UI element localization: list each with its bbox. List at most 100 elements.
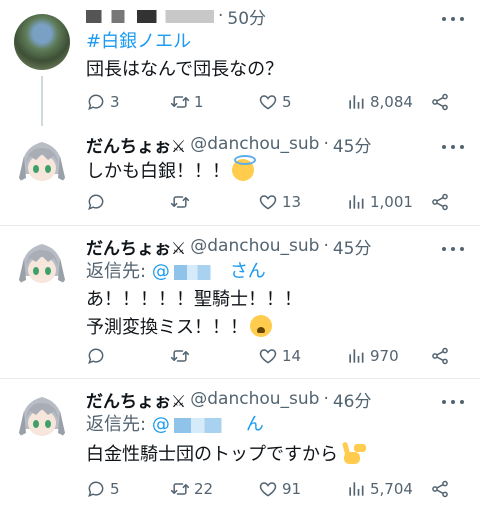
user-handle[interactable]: @danchou_sub <box>190 389 319 409</box>
reply-icon <box>86 346 106 366</box>
retweet-icon <box>170 346 190 366</box>
more-icon[interactable] <box>442 392 464 412</box>
reply-count: 5 <box>110 480 120 498</box>
reply-to-handle[interactable]: @ さん <box>152 261 266 282</box>
reply-to-label: 返信先: <box>86 414 147 435</box>
reply-to-row: 返信先: @ ん <box>86 411 264 439</box>
reply-button[interactable] <box>86 344 110 368</box>
more-icon[interactable] <box>442 9 464 29</box>
separator-dot: · <box>323 236 329 256</box>
tweet-header: だんちょぉ⚔ @danchou_sub · 45分 <box>86 130 372 158</box>
action-bar: 14 970 <box>86 344 466 368</box>
heart-icon <box>258 346 278 366</box>
like-button[interactable]: 14 <box>258 344 301 368</box>
reply-to-handle[interactable]: @ ん <box>152 414 264 435</box>
tweet-text-row: 白金性騎士団のトップですから <box>86 441 362 469</box>
views-count: 5,704 <box>370 480 413 498</box>
reply-to-row: 返信先: @ さん <box>86 258 266 286</box>
hashtag-link[interactable]: #白銀ノエル <box>86 28 191 56</box>
reply-icon <box>86 192 106 212</box>
separator-dot: · <box>323 389 329 409</box>
share-icon <box>430 92 450 112</box>
user-handle[interactable]: @danchou_sub <box>190 134 319 154</box>
heart-icon <box>258 92 278 112</box>
like-button[interactable]: 13 <box>258 190 301 214</box>
tweet-text-row: 予測変換ミス！！！ <box>86 314 272 342</box>
redacted-handle <box>173 417 242 433</box>
views-icon <box>346 192 366 212</box>
share-icon <box>430 479 450 499</box>
tweet-1[interactable]: · 50分 #白銀ノエル 団長はなんで団長なの？ 3 1 5 8,084 <box>0 0 480 126</box>
retweet-icon <box>170 479 190 499</box>
views-count: 970 <box>370 347 399 365</box>
user-handle[interactable]: @danchou_sub <box>190 236 319 256</box>
retweet-icon <box>170 92 190 112</box>
views-button[interactable]: 5,704 <box>346 477 413 501</box>
views-button[interactable]: 970 <box>346 344 399 368</box>
retweet-button[interactable] <box>170 190 194 214</box>
redacted-username <box>86 9 214 23</box>
avatar[interactable] <box>14 236 70 292</box>
heart-icon <box>258 192 278 212</box>
display-name[interactable]: だんちょぉ⚔ <box>86 132 186 157</box>
tweet-text: 団長はなんで団長なの？ <box>86 59 284 80</box>
avatar[interactable] <box>14 14 70 70</box>
like-button[interactable]: 5 <box>258 90 292 114</box>
share-button[interactable] <box>430 190 454 214</box>
display-name[interactable]: だんちょぉ⚔ <box>86 387 186 412</box>
action-bar: 5 22 91 5,704 <box>86 477 466 501</box>
share-button[interactable] <box>430 90 454 114</box>
views-count: 8,084 <box>370 93 413 111</box>
tweet-text-row: しかも白銀！！！ <box>86 155 256 186</box>
display-name[interactable]: だんちょぉ⚔ <box>86 234 186 259</box>
tweet-header: だんちょぉ⚔ @danchou_sub · 46分 <box>86 385 372 413</box>
retweet-button[interactable]: 22 <box>170 477 213 501</box>
separator-dot: · <box>323 134 329 154</box>
avatar[interactable] <box>14 134 70 190</box>
separator-dot: · <box>218 6 224 26</box>
like-count: 14 <box>282 347 302 365</box>
action-bar: 13 1,001 <box>86 190 466 214</box>
like-count: 91 <box>282 480 302 498</box>
reply-button[interactable]: 5 <box>86 477 120 501</box>
views-button[interactable]: 8,084 <box>346 90 413 114</box>
views-count: 1,001 <box>370 193 413 211</box>
retweet-button[interactable] <box>170 344 194 368</box>
reply-icon <box>86 92 106 112</box>
avatar[interactable] <box>14 389 70 445</box>
timestamp[interactable]: 46分 <box>333 387 372 412</box>
reply-to-label: 返信先: <box>86 261 147 282</box>
tweet-2[interactable]: だんちょぉ⚔ @danchou_sub · 45分 しかも白銀！！！ 13 1,… <box>0 126 480 226</box>
timestamp[interactable]: 50分 <box>227 4 266 29</box>
more-icon[interactable] <box>442 239 464 259</box>
reply-icon <box>86 479 106 499</box>
retweet-count: 22 <box>194 480 214 498</box>
like-count: 13 <box>282 193 302 211</box>
share-button[interactable] <box>430 477 454 501</box>
timestamp[interactable]: 45分 <box>333 234 372 259</box>
like-button[interactable]: 91 <box>258 477 301 501</box>
share-button[interactable] <box>430 344 454 368</box>
tweet-text: しかも白銀！！！ <box>86 161 230 182</box>
timestamp[interactable]: 45分 <box>333 132 372 157</box>
reply-button[interactable]: 3 <box>86 90 120 114</box>
reply-button[interactable] <box>86 190 110 214</box>
redacted-handle <box>173 264 226 280</box>
more-icon[interactable] <box>442 137 464 157</box>
retweet-button[interactable]: 1 <box>170 90 204 114</box>
retweet-count: 1 <box>194 93 204 111</box>
share-icon <box>430 346 450 366</box>
views-icon <box>346 479 366 499</box>
views-button[interactable]: 1,001 <box>346 190 413 214</box>
retweet-icon <box>170 192 190 212</box>
reply-count: 3 <box>110 93 120 111</box>
tweet-header: だんちょぉ⚔ @danchou_sub · 45分 <box>86 232 372 260</box>
tweet-text: 予測変換ミス！！！ <box>86 317 248 338</box>
anime-avatar-image <box>18 397 66 437</box>
tweet-3[interactable]: だんちょぉ⚔ @danchou_sub · 45分 返信先: @ さん あ！！！！… <box>0 226 480 378</box>
anime-avatar-image <box>18 244 66 284</box>
smiling-face-with-halo-icon <box>232 155 256 181</box>
anime-avatar-image <box>18 142 66 182</box>
share-icon <box>430 192 450 212</box>
tweet-4[interactable]: だんちょぉ⚔ @danchou_sub · 46分 返信先: @ ん 白金性騎士団… <box>0 379 480 512</box>
